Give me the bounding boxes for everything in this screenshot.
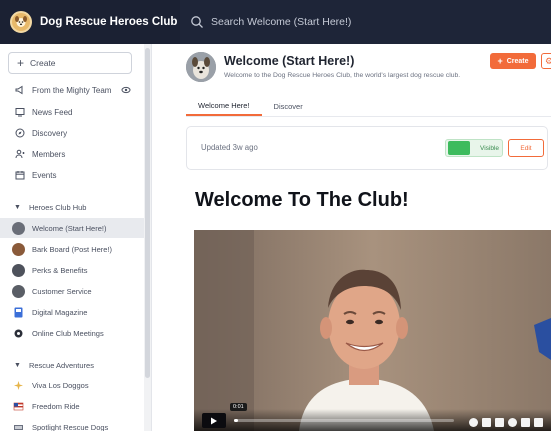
page-avatar xyxy=(186,52,216,82)
sidebar-item-label: From the Mighty Team xyxy=(32,85,112,95)
dog-avatar-icon xyxy=(12,221,25,235)
space-item-label: Bark Board (Post Here!) xyxy=(32,244,113,254)
megaphone-icon xyxy=(14,85,25,96)
create-post-label: Create xyxy=(506,57,529,65)
space-item-label: Customer Service xyxy=(32,286,92,296)
space-item-perks-benefits[interactable]: Perks & Benefits xyxy=(0,260,145,280)
sidebar-item-from-the-mighty-team[interactable]: From the Mighty Team xyxy=(0,80,145,100)
space-item-digital-magazine[interactable]: Digital Magazine xyxy=(0,302,145,322)
edit-button[interactable]: Edit xyxy=(508,139,544,157)
plus-icon: + xyxy=(17,56,25,70)
updated-timestamp: Updated 3w ago xyxy=(201,143,258,152)
play-icon xyxy=(211,417,217,424)
space-item-customer-service[interactable]: Customer Service xyxy=(0,281,145,301)
settings-gear-icon[interactable] xyxy=(508,418,517,427)
sidebar-scrollbar-thumb[interactable] xyxy=(145,48,150,378)
video-time: 0:01 xyxy=(230,403,247,411)
welcome-headline: Welcome To The Club! xyxy=(195,189,409,211)
feed-icon xyxy=(14,107,25,118)
tabs-divider xyxy=(186,116,551,117)
club-logo-icon xyxy=(10,11,32,33)
tab-discover[interactable]: Discover xyxy=(262,96,315,116)
section-title: Rescue Adventures xyxy=(28,360,94,370)
space-item-label: Spotlight Rescue Dogs xyxy=(32,422,109,431)
page-info-card: Updated 3w ago Visible Edit xyxy=(186,126,548,170)
page-title: Welcome (Start Here!) xyxy=(224,54,355,68)
gear-icon xyxy=(12,327,25,340)
space-item-label: Online Club Meetings xyxy=(32,328,104,338)
search-placeholder: Search Welcome (Start Here!) xyxy=(211,16,352,28)
caret-down-icon: ▼ xyxy=(14,203,21,211)
brand[interactable]: Dog Rescue Heroes Club xyxy=(0,0,180,44)
tab-welcome-here[interactable]: Welcome Here! xyxy=(186,96,262,116)
sidebar-item-label: Discovery xyxy=(32,128,68,138)
space-item-welcome[interactable]: Welcome (Start Here!) xyxy=(0,218,145,238)
space-item-viva-los-doggos[interactable]: Viva Los Doggos xyxy=(0,375,145,395)
video-controls: 0:01 xyxy=(194,403,551,431)
play-button[interactable] xyxy=(202,413,226,428)
video-progress-bar[interactable] xyxy=(234,419,454,422)
section-heroes-club-hub[interactable]: ▼ Heroes Club Hub xyxy=(0,198,145,216)
spotlight-icon xyxy=(12,421,25,431)
volume-icon[interactable] xyxy=(469,418,478,427)
sidebar-item-members[interactable]: Members xyxy=(0,144,145,164)
eye-icon[interactable] xyxy=(121,85,131,95)
visible-label: Visible xyxy=(480,144,500,152)
sidebar-item-news-feed[interactable]: News Feed xyxy=(0,102,145,122)
create-label: Create xyxy=(30,58,56,68)
visible-toggle[interactable]: Visible xyxy=(445,139,503,157)
sidebar-item-label: Events xyxy=(32,170,57,180)
space-item-label: Freedom Ride xyxy=(32,401,80,411)
create-button[interactable]: + Create xyxy=(8,52,132,74)
calendar-icon xyxy=(14,170,25,181)
space-item-label: Digital Magazine xyxy=(32,307,88,317)
members-icon xyxy=(14,149,25,160)
sidebar-item-label: Members xyxy=(32,149,66,159)
dog-avatar-icon xyxy=(12,284,25,298)
dog-avatar-icon xyxy=(12,263,25,277)
top-bar: Dog Rescue Heroes Club Search Welcome (S… xyxy=(0,0,551,44)
video-progress-fill xyxy=(234,419,239,422)
section-rescue-adventures[interactable]: ▼ Rescue Adventures xyxy=(0,356,145,374)
search-bar[interactable]: Search Welcome (Start Here!) xyxy=(190,15,351,29)
sidebar-item-label: News Feed xyxy=(32,107,73,117)
search-icon xyxy=(191,16,203,28)
magazine-icon xyxy=(12,306,25,319)
section-title: Heroes Club Hub xyxy=(28,202,87,212)
settings-icon[interactable]: ⚙ xyxy=(541,53,551,69)
captions-icon[interactable] xyxy=(482,418,491,427)
video-control-icons xyxy=(465,418,543,427)
space-item-bark-board[interactable]: Bark Board (Post Here!) xyxy=(0,239,145,259)
welcome-video-player[interactable]: 0:01 xyxy=(194,230,551,431)
page-subtitle: Welcome to the Dog Rescue Heroes Club, t… xyxy=(224,72,461,79)
picture-in-picture-icon[interactable] xyxy=(521,418,530,427)
space-item-label: Viva Los Doggos xyxy=(32,380,89,390)
sidebar: + Create From the Mighty Team News Feed … xyxy=(0,44,152,431)
flag-icon xyxy=(12,400,25,413)
plus-icon: + xyxy=(497,56,503,66)
main-content: Welcome (Start Here!) Welcome to the Dog… xyxy=(152,44,551,431)
sparkle-icon xyxy=(12,379,25,392)
sidebar-item-events[interactable]: Events xyxy=(0,165,145,185)
sidebar-item-discovery[interactable]: Discovery xyxy=(0,123,145,143)
space-item-spotlight-rescue-dogs[interactable]: Spotlight Rescue Dogs xyxy=(0,417,145,431)
sidebar-scrollbar[interactable] xyxy=(144,44,151,431)
video-frame xyxy=(194,230,551,431)
page-tabs: Welcome Here! Discover xyxy=(186,96,315,116)
space-item-label: Welcome (Start Here!) xyxy=(32,223,107,233)
chapters-icon[interactable] xyxy=(495,418,504,427)
toggle-knob xyxy=(448,141,470,155)
space-item-online-club-meetings[interactable]: Online Club Meetings xyxy=(0,323,145,343)
caret-down-icon: ▼ xyxy=(14,361,21,369)
space-item-freedom-ride[interactable]: Freedom Ride xyxy=(0,396,145,416)
create-post-button[interactable]: + Create xyxy=(490,53,536,69)
app-name: Dog Rescue Heroes Club xyxy=(40,16,178,28)
space-item-label: Perks & Benefits xyxy=(32,265,88,275)
dog-avatar-icon xyxy=(12,242,25,256)
fullscreen-icon[interactable] xyxy=(534,418,543,427)
compass-icon xyxy=(14,128,25,139)
